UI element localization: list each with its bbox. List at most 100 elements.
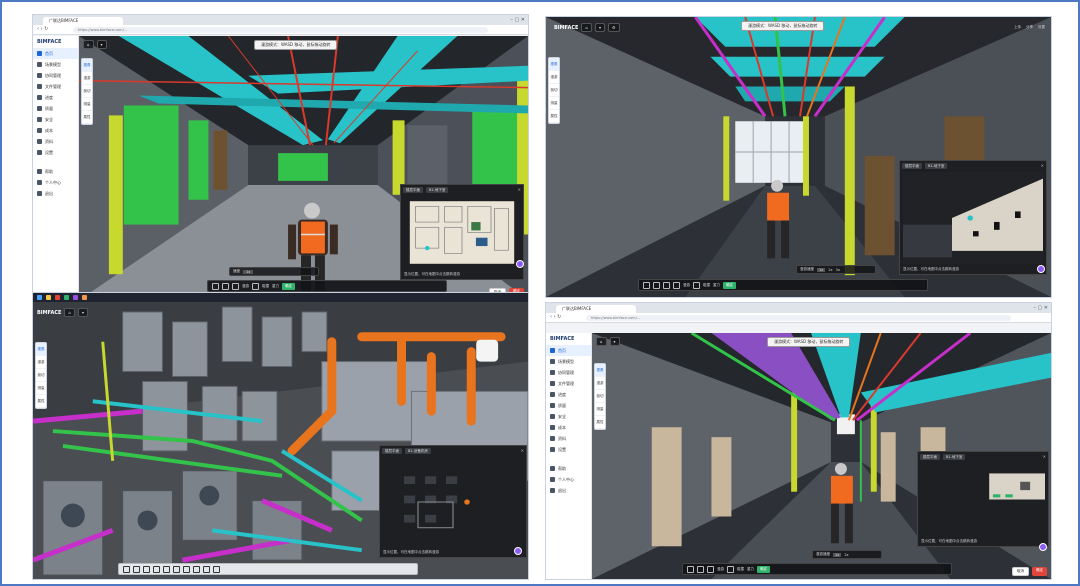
tool-item[interactable]: 视角 xyxy=(549,58,559,71)
speed-option[interactable]: 2x xyxy=(828,268,832,272)
close-icon[interactable]: ✕ xyxy=(521,448,524,453)
person-icon[interactable] xyxy=(693,281,700,289)
settings-button[interactable]: ⚙ xyxy=(608,23,620,32)
tool-item[interactable]: 视角 xyxy=(82,59,92,72)
tool-item[interactable]: 漫游 xyxy=(36,356,46,369)
folder-icon[interactable] xyxy=(222,282,229,290)
ok-button[interactable]: 确定 xyxy=(1032,567,1047,576)
minimap-tab[interactable]: B1-地下室 xyxy=(426,186,449,193)
close-icon[interactable]: ✕ xyxy=(1041,163,1044,168)
measure-icon[interactable] xyxy=(173,565,180,573)
sidebar-item[interactable]: 帮助 xyxy=(33,166,78,177)
sidebar-item[interactable]: 文件管理 xyxy=(33,81,78,92)
user-avatar[interactable] xyxy=(514,547,522,555)
sidebar-item[interactable]: 场景模型 xyxy=(33,59,78,70)
speed-option[interactable]: 1x xyxy=(817,267,826,272)
tool-item[interactable]: 剖切 xyxy=(549,84,559,97)
tool-item[interactable]: 属性 xyxy=(549,110,559,123)
gravity-toggle[interactable]: 重力 xyxy=(747,567,754,572)
floor-plan-map[interactable] xyxy=(903,172,1043,264)
browser-tab[interactable]: 广联达BIMFACE xyxy=(556,305,636,313)
minimap-tab[interactable]: 楼层平面 xyxy=(902,162,922,169)
walk-icon[interactable] xyxy=(643,281,650,289)
home-icon[interactable] xyxy=(123,565,130,573)
sidebar-item[interactable]: 成本 xyxy=(546,422,591,433)
tool-item[interactable]: 测量 xyxy=(82,98,92,111)
sidebar-item[interactable]: 个人中心 xyxy=(33,177,78,188)
sidebar-item[interactable]: 成本 xyxy=(33,125,78,136)
confirm-button[interactable]: 确定 xyxy=(282,282,295,290)
tool-item[interactable]: 漫游 xyxy=(549,71,559,84)
sidebar-item[interactable]: 进度 xyxy=(33,92,78,103)
floor-plan-map[interactable] xyxy=(404,196,520,269)
window-controls-icon[interactable]: – ▢ ✕ xyxy=(510,17,525,23)
minimap-tab[interactable]: B1-地下室 xyxy=(943,453,966,460)
tool-item[interactable]: 剖切 xyxy=(82,85,92,98)
sidebar-item[interactable]: 质量 xyxy=(546,400,591,411)
pan-icon[interactable] xyxy=(133,565,140,573)
confirm-button[interactable]: 确定 xyxy=(757,565,770,573)
user-avatar[interactable] xyxy=(516,260,524,268)
tool-item[interactable]: 视角 xyxy=(595,364,605,377)
speed-option[interactable]: 1x xyxy=(833,552,842,557)
roam-label[interactable]: 漫游 xyxy=(683,283,690,288)
bim-viewer[interactable]: ⌂ ▾ 漫游模式：WASD 移动，鼠标拖动旋转 视角 漫游 剖切 测量 属性 楼… xyxy=(592,333,1051,579)
collision-toggle[interactable]: 碰撞 xyxy=(262,284,269,289)
view-button[interactable]: ▾ xyxy=(595,23,606,32)
speed-option[interactable]: 1x xyxy=(243,269,254,274)
confirm-button[interactable]: 确定 xyxy=(723,281,736,289)
view-button[interactable]: ▾ xyxy=(78,308,89,317)
floor-plan-map[interactable] xyxy=(383,457,523,547)
app-icon[interactable] xyxy=(82,295,87,300)
share-link[interactable]: 分享 xyxy=(1026,25,1033,30)
tool-item[interactable]: 剖切 xyxy=(36,369,46,382)
speed-control[interactable]: 速度 1x xyxy=(229,267,319,276)
speed-control[interactable]: 漫游速度 1x 2x xyxy=(812,550,882,559)
sidebar-item[interactable]: 个人中心 xyxy=(546,474,591,485)
home-button[interactable]: ⌂ xyxy=(596,337,607,346)
sidebar-item[interactable]: 协同管理 xyxy=(33,70,78,81)
walk-icon[interactable] xyxy=(212,282,219,290)
gravity-toggle[interactable]: 重力 xyxy=(713,283,720,288)
tool-item[interactable]: 属性 xyxy=(595,416,605,429)
sidebar-item[interactable]: 文件管理 xyxy=(546,378,591,389)
gravity-toggle[interactable]: 重力 xyxy=(272,284,279,289)
tool-item[interactable]: 属性 xyxy=(82,111,92,124)
floor-plan-map[interactable] xyxy=(921,463,1045,536)
sidebar-item[interactable]: 资料 xyxy=(33,136,78,147)
cancel-button[interactable]: 取消 xyxy=(1012,567,1029,576)
section-icon[interactable] xyxy=(163,565,170,573)
roam-label[interactable]: 漫游 xyxy=(242,284,249,289)
sidebar-item[interactable]: 退出 xyxy=(546,485,591,496)
bim-viewer[interactable]: ⌂ ▾ 漫游模式：WASD 移动，鼠标拖动旋转 视角 漫游 剖切 测量 属性 楼… xyxy=(79,36,528,300)
home-button[interactable]: ⌂ xyxy=(64,308,75,317)
minimap-tab[interactable]: 楼层平面 xyxy=(920,453,940,460)
sidebar-item[interactable]: 安全 xyxy=(546,411,591,422)
layers-icon[interactable] xyxy=(673,281,680,289)
walk-icon[interactable] xyxy=(687,565,694,573)
speed-option[interactable]: 3x xyxy=(836,268,840,272)
tool-item[interactable]: 视角 xyxy=(36,343,46,356)
minimap-tab[interactable]: B1-地下室 xyxy=(925,162,948,169)
sidebar-item[interactable]: 安全 xyxy=(33,114,78,125)
speed-control[interactable]: 漫游速度 1x 2x 3x xyxy=(796,265,876,274)
tool-item[interactable]: 漫游 xyxy=(595,377,605,390)
sidebar-item[interactable]: 设置 xyxy=(33,147,78,158)
user-avatar[interactable] xyxy=(1037,265,1045,273)
sidebar-item[interactable]: 退出 xyxy=(33,188,78,199)
sidebar-item[interactable]: 场景模型 xyxy=(546,356,591,367)
nav-arrows-icon[interactable]: ‹ › ↻ xyxy=(550,314,561,320)
collision-toggle[interactable]: 碰撞 xyxy=(737,567,744,572)
sidebar-item[interactable]: 帮助 xyxy=(546,463,591,474)
app-icon[interactable] xyxy=(64,295,69,300)
close-icon[interactable]: ✕ xyxy=(1043,454,1046,459)
folder-icon[interactable] xyxy=(697,565,704,573)
person-icon[interactable] xyxy=(727,565,734,573)
camera-icon[interactable] xyxy=(232,282,239,290)
roam-label[interactable]: 漫游 xyxy=(717,567,724,572)
start-icon[interactable] xyxy=(37,295,42,300)
bim-viewer[interactable]: BIMFACE ⌂ ▾ ⚙ 漫游模式：WASD 移动，鼠标拖动旋转 上传 分享 … xyxy=(546,17,1051,297)
app-icon[interactable] xyxy=(73,295,78,300)
url-field[interactable]: https://www.bimface.com/... xyxy=(73,27,488,33)
app-icon[interactable] xyxy=(46,295,51,300)
